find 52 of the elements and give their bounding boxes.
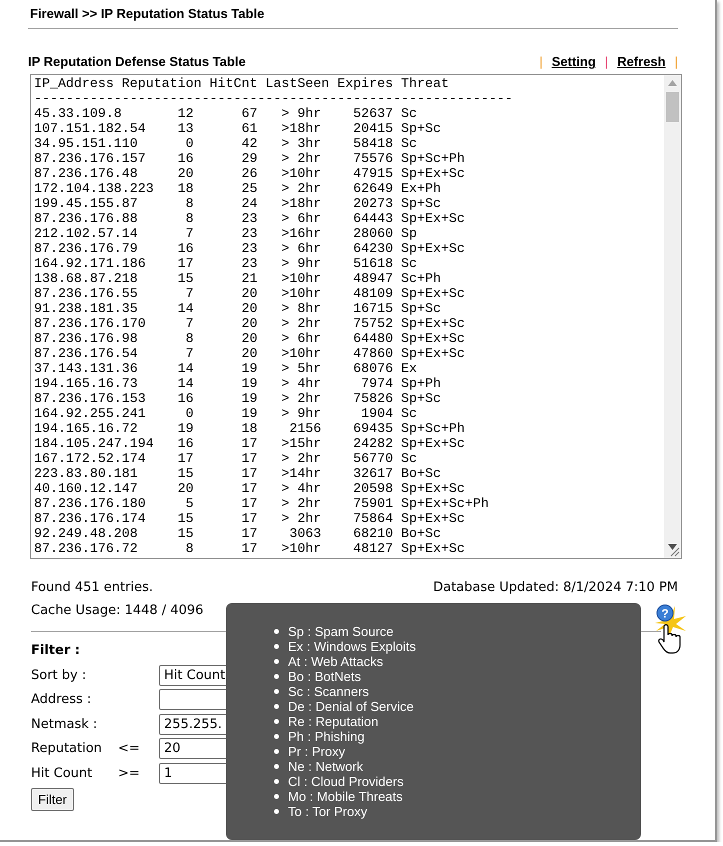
table-row-text: 164.92.171.186 17 23 > 9hr 51618 Sc <box>34 256 418 271</box>
page-title: Firewall >> IP Reputation Status Table <box>29 5 266 23</box>
filter-title: Filter : <box>31 643 80 658</box>
table-row-text: 34.95.151.110 0 42 > 3hr 58418 Sc <box>34 136 418 151</box>
operator-label: >= <box>118 764 141 782</box>
table-row-text: 87.236.176.98 8 20 > 6hr 64480 Sp+Ex+Sc <box>34 331 466 346</box>
found-count: Found 451 entries. <box>31 579 153 597</box>
table-row-text: 45.33.109.8 12 67 > 9hr 52637 Sc <box>34 106 418 121</box>
table-row-text: 194.165.16.72 19 18 2156 69435 Sp+Sc+Ph <box>34 421 466 436</box>
table-row-text: 138.68.87.218 15 21 >10hr 48947 Sc+Ph <box>34 271 442 286</box>
table-row-text: 87.236.176.88 8 23 > 6hr 64443 Sp+Ex+Sc <box>34 211 466 226</box>
table-row-text: 212.102.57.14 7 23 >16hr 28060 Sp <box>34 226 418 241</box>
table-row-text: 40.160.12.147 20 17 > 4hr 20598 Sp+Ex+Sc <box>34 481 466 496</box>
table-row-text: 87.236.176.153 16 19 > 2hr 75826 Sp+Sc <box>34 391 442 406</box>
legend-item: Ex : Windows Exploits <box>288 638 416 656</box>
field-label: Address : <box>31 691 92 709</box>
table-row-text: 87.236.176.174 15 17 > 2hr 75864 Sp+Ex+Sc <box>34 511 466 526</box>
table-row-text: 87.236.176.157 16 29 > 2hr 75576 Sp+Sc+Ph <box>34 151 466 166</box>
operator-label: <= <box>118 740 141 758</box>
table-row-text: 107.151.182.54 13 61 >18hr 20415 Sp+Sc <box>34 121 442 136</box>
legend-item: Ph : Phishing <box>288 728 365 746</box>
legend-item: Pr : Proxy <box>288 744 346 761</box>
table-row-text: 194.165.16.73 14 19 > 4hr 7974 Sp+Ph <box>34 376 442 391</box>
table-row-text: 91.238.181.35 14 20 > 8hr 16715 Sp+Sc <box>34 301 442 316</box>
table-row-text: 184.105.247.194 16 17 >15hr 24282 Sp+Ex+Sc <box>34 436 466 451</box>
separator-mark: | <box>604 53 608 72</box>
column-header-line: IP_Address Reputation HitCnt LastSeen Expires Threat <box>34 76 450 91</box>
field-label: Sort by : <box>31 666 88 684</box>
table-row-text: 199.45.155.87 8 24 >18hr 20273 Sp+Sc <box>34 196 442 211</box>
table-row-text: 87.236.176.72 8 17 >10hr 48127 Sp+Ex+Sc <box>34 541 466 556</box>
table-row-text: 223.83.80.181 15 17 >14hr 32617 Bo+Sc <box>34 466 442 481</box>
field-label: Netmask : <box>31 716 98 734</box>
table-row-text: 172.104.138.223 18 25 > 2hr 62649 Ex+Ph <box>34 181 442 196</box>
table-row-text: 37.143.131.36 14 19 > 5hr 68076 Ex <box>34 361 418 376</box>
field-label: Hit Count <box>31 764 94 782</box>
table-row-text: 92.249.48.208 15 17 3063 68210 Bo+Sc <box>34 526 442 541</box>
table-row-text: 87.236.176.48 20 26 >10hr 47915 Sp+Ex+Sc <box>34 166 466 181</box>
database-updated: Database Updated: 8/1/2024 7:10 PM <box>433 579 678 597</box>
table-row-text: 167.172.52.174 17 17 > 2hr 56770 Sc <box>34 451 418 466</box>
separator-line: ------------------------------------------------------------ <box>34 91 514 106</box>
table-row-text: 87.236.176.79 16 23 > 6hr 64230 Sp+Ex+Sc <box>34 241 466 256</box>
section-title: IP Reputation Defense Status Table <box>28 53 246 72</box>
legend-item: Sp : Spam Source <box>288 622 394 641</box>
table-row-text: 87.236.176.54 7 20 >10hr 47860 Sp+Ex+Sc <box>34 346 466 361</box>
table-row-text: 87.236.176.170 7 20 > 2hr 75752 Sp+Ex+Sc <box>34 316 466 331</box>
separator-mark: | <box>539 53 543 72</box>
field-label: Reputation <box>31 740 103 758</box>
cache-usage: Cache Usage: 1448 / 4096 <box>31 602 204 620</box>
table-row-text: 87.236.176.180 5 17 > 2hr 75901 Sp+Ex+Sc+Ph <box>34 496 490 511</box>
separator-mark: | <box>674 53 678 72</box>
table-row-text: 164.92.255.241 0 19 > 9hr 1904 Sc <box>34 406 418 421</box>
table-row-text: 87.236.176.55 7 20 >10hr 48109 Sp+Ex+Sc <box>34 286 466 301</box>
